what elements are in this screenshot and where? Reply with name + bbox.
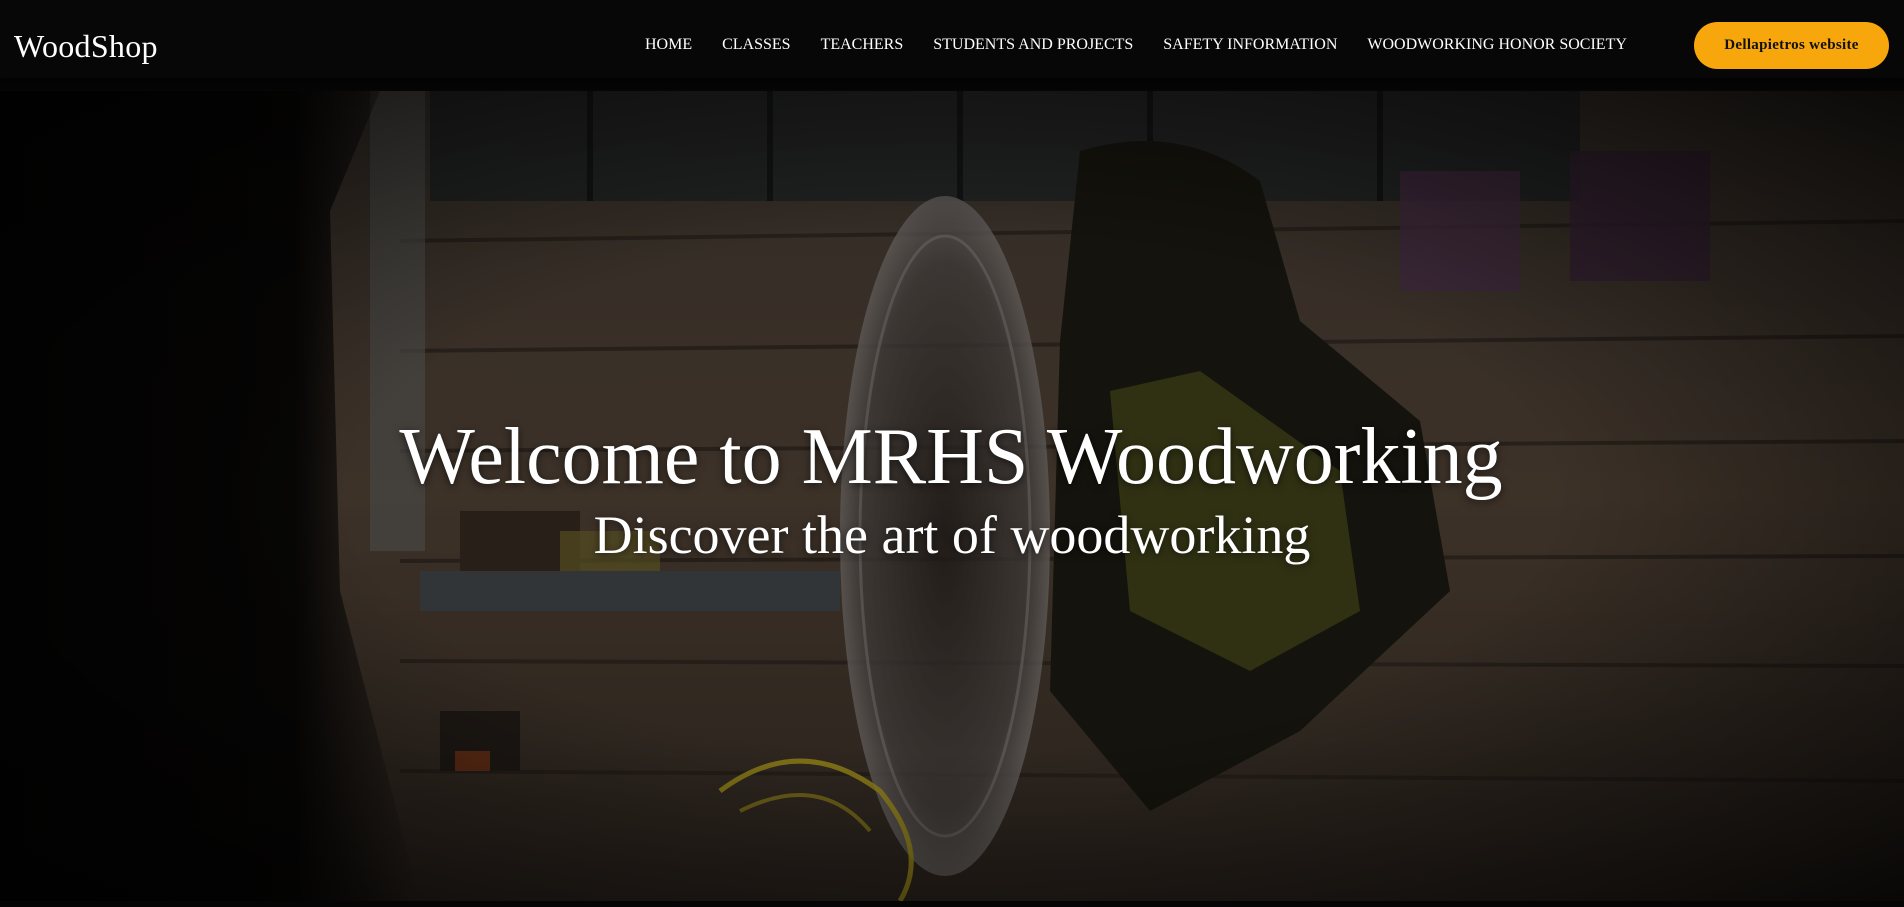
nav-link-woodworking-honor-society[interactable]: WOODWORKING HONOR SOCIETY: [1367, 34, 1627, 56]
site-logo[interactable]: WoodShop: [14, 24, 158, 68]
top-navbar: WoodShop HOME CLASSES TEACHERS STUDENTS …: [0, 0, 1904, 78]
nav-link-classes[interactable]: CLASSES: [722, 34, 790, 56]
nav-link-safety-information[interactable]: SAFETY INFORMATION: [1163, 34, 1337, 56]
dellapietros-website-button[interactable]: Dellapietros website: [1694, 22, 1889, 69]
nav-link-home[interactable]: HOME: [645, 34, 692, 56]
hero-section: Welcome to MRHS Woodworking Discover the…: [0, 91, 1904, 901]
hero-text-block: Welcome to MRHS Woodworking Discover the…: [0, 411, 1904, 567]
hero-subtitle: Discover the art of woodworking: [593, 505, 1311, 565]
hero-title: Welcome to MRHS Woodworking: [399, 413, 1503, 501]
nav-menu: HOME CLASSES TEACHERS STUDENTS AND PROJE…: [645, 34, 1627, 56]
nav-link-teachers[interactable]: TEACHERS: [821, 34, 904, 56]
page-bottom-edge: [0, 901, 1904, 907]
nav-link-students-and-projects[interactable]: STUDENTS AND PROJECTS: [933, 34, 1133, 56]
